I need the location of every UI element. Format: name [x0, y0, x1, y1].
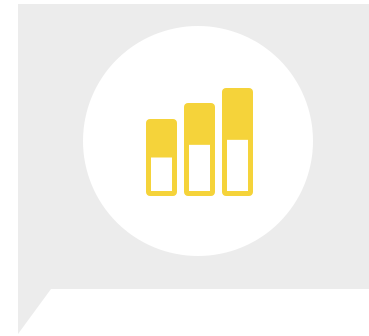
bar-3-window [227, 139, 248, 191]
bar-2-window [189, 144, 210, 191]
speech-bubble-icon [18, 4, 369, 334]
chart-icon-illustration [0, 0, 369, 336]
bar-1-window [151, 157, 172, 191]
